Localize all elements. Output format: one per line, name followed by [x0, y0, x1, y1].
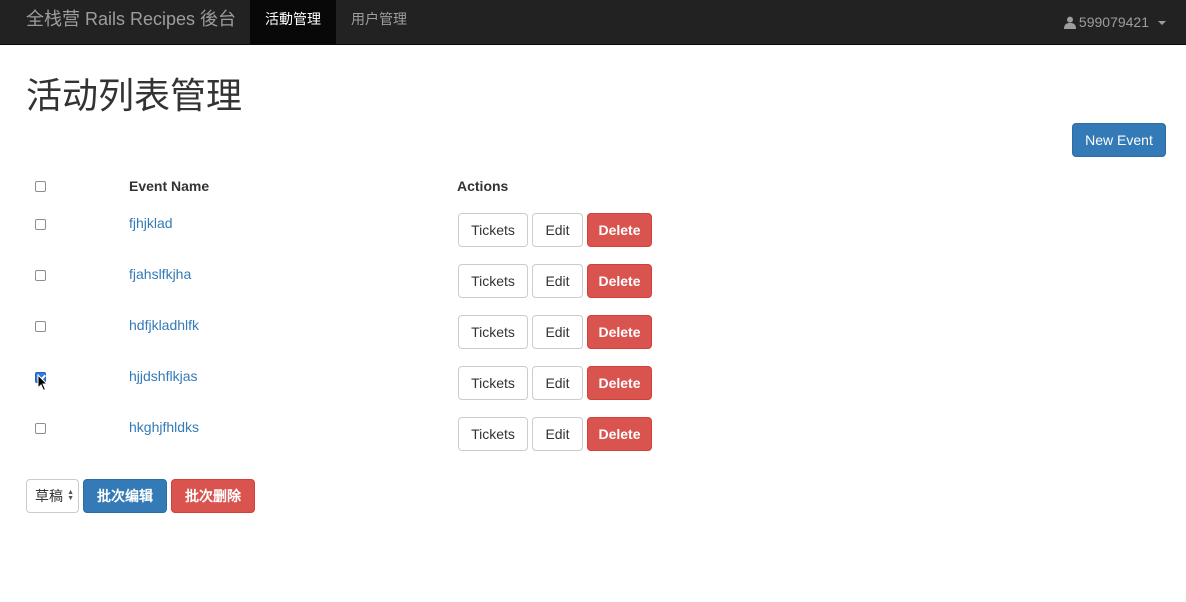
event-name-link[interactable]: fjhjklad	[129, 215, 173, 231]
top-navbar: 全栈营 Rails Recipes 後台 活動管理 用户管理 599079421	[0, 0, 1186, 45]
edit-button[interactable]: Edit	[532, 213, 583, 247]
select-all-checkbox[interactable]	[35, 181, 46, 192]
event-name-link[interactable]: fjahslfkjha	[129, 266, 191, 282]
column-header-actions: Actions	[457, 178, 509, 194]
delete-button[interactable]: Delete	[587, 366, 652, 400]
edit-button[interactable]: Edit	[532, 264, 583, 298]
edit-button[interactable]: Edit	[532, 366, 583, 400]
status-select[interactable]: 草稿 ▲ ▼	[26, 479, 79, 513]
tickets-button[interactable]: Tickets	[458, 417, 528, 451]
new-event-button[interactable]: New Event	[1072, 123, 1166, 157]
nav-item-users[interactable]: 用户管理	[336, 0, 422, 44]
edit-button[interactable]: Edit	[532, 417, 583, 451]
user-menu-dropdown[interactable]: 599079421	[1063, 0, 1166, 44]
batch-edit-button[interactable]: 批次编辑	[83, 479, 167, 513]
table-row: fjahslfkjha Tickets Edit Delete	[26, 255, 1166, 306]
row-checkbox[interactable]	[35, 321, 46, 332]
table-row: hkghjfhldks Tickets Edit Delete	[26, 408, 1166, 459]
delete-button[interactable]: Delete	[587, 417, 652, 451]
nav-item-events[interactable]: 活動管理	[250, 0, 336, 44]
table-row: hjjdshflkjas Tickets Edit Delete	[26, 357, 1166, 408]
batch-actions-bar: 草稿 ▲ ▼ 批次编辑 批次删除	[26, 479, 255, 513]
table-header-row: Event Name Actions	[26, 168, 1166, 204]
select-arrows-icon: ▲ ▼	[67, 489, 74, 502]
row-checkbox[interactable]	[35, 372, 46, 383]
delete-button[interactable]: Delete	[587, 213, 652, 247]
status-select-value: 草稿	[35, 488, 63, 504]
edit-button[interactable]: Edit	[532, 315, 583, 349]
column-header-event-name: Event Name	[129, 178, 210, 194]
row-checkbox[interactable]	[35, 219, 46, 230]
brand-link[interactable]: 全栈营 Rails Recipes 後台	[26, 0, 236, 44]
event-name-link[interactable]: hjjdshflkjas	[129, 368, 197, 384]
user-icon	[1063, 16, 1076, 29]
tickets-button[interactable]: Tickets	[458, 366, 528, 400]
event-name-link[interactable]: hkghjfhldks	[129, 419, 199, 435]
events-table: Event Name Actions fjhjklad Tickets Edit…	[26, 168, 1166, 451]
batch-delete-button[interactable]: 批次删除	[171, 479, 255, 513]
row-checkbox[interactable]	[35, 270, 46, 281]
caret-down-icon	[1158, 21, 1166, 25]
tickets-button[interactable]: Tickets	[458, 315, 528, 349]
username: 599079421	[1078, 14, 1149, 30]
tickets-button[interactable]: Tickets	[458, 213, 528, 247]
event-name-link[interactable]: hdfjkladhlfk	[129, 317, 199, 333]
table-row: fjhjklad Tickets Edit Delete	[26, 204, 1166, 255]
delete-button[interactable]: Delete	[587, 264, 652, 298]
tickets-button[interactable]: Tickets	[458, 264, 528, 298]
row-checkbox[interactable]	[35, 423, 46, 434]
delete-button[interactable]: Delete	[587, 315, 652, 349]
page-title: 活动列表管理	[26, 75, 243, 116]
table-row: hdfjkladhlfk Tickets Edit Delete	[26, 306, 1166, 357]
